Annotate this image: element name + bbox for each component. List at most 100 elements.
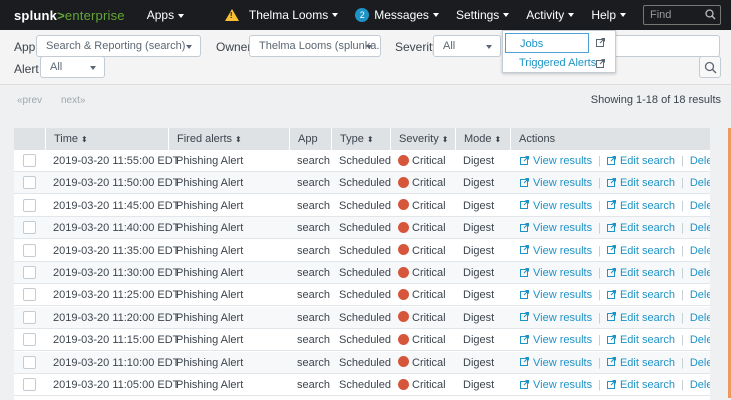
row-checkbox[interactable]: [23, 288, 36, 302]
action-separator: |: [598, 267, 601, 279]
owner-filter-select[interactable]: Thelma Looms (splunka...: [249, 35, 381, 57]
cell-fired-alert: Phishing Alert: [176, 244, 244, 257]
delete-link[interactable]: Delete: [690, 155, 710, 167]
row-checkbox[interactable]: [23, 333, 36, 347]
prev-page-link[interactable]: «prev: [17, 95, 42, 106]
edit-search-link[interactable]: Edit search: [606, 200, 675, 212]
find-input[interactable]: Find: [643, 5, 721, 25]
menu-item-jobs[interactable]: Jobs: [505, 33, 589, 53]
external-link-icon: [520, 312, 529, 322]
cell-time: 2019-03-20 11:10:00 EDT: [53, 356, 180, 369]
delete-link[interactable]: Delete: [690, 245, 710, 257]
splunk-logo[interactable]: splunk>enterprise: [14, 8, 125, 23]
action-separator: |: [681, 155, 684, 167]
edit-search-link[interactable]: Edit search: [606, 155, 675, 167]
column-header-time[interactable]: Time ⬍: [45, 128, 159, 150]
edit-search-link[interactable]: Edit search: [606, 379, 675, 391]
view-results-link[interactable]: View results: [520, 379, 592, 391]
row-checkbox[interactable]: [23, 266, 36, 279]
triggered-alerts-table: Time ⬍ Fired alerts ⬍ App Type ⬍ Severity ⬍ …: [14, 128, 710, 400]
messages-menu[interactable]: 2 Messages: [355, 8, 439, 22]
apps-menu[interactable]: Apps: [146, 8, 185, 22]
user-menu[interactable]: ! Thelma Looms: [224, 8, 339, 22]
settings-menu[interactable]: Settings: [456, 8, 510, 22]
view-results-link[interactable]: View results: [520, 245, 592, 257]
column-header-app: App: [289, 128, 333, 150]
cell-type: Scheduled: [339, 244, 391, 257]
external-link-icon: [520, 245, 529, 255]
delete-link[interactable]: Delete: [690, 200, 710, 212]
delete-link[interactable]: Delete: [690, 334, 710, 346]
filter-text-input[interactable]: [612, 35, 720, 57]
activity-dropdown: Jobs Triggered Alerts: [502, 30, 616, 73]
view-results-link[interactable]: View results: [520, 155, 592, 167]
cell-type: Scheduled: [339, 379, 391, 391]
critical-severity-icon: [398, 266, 409, 278]
row-checkbox[interactable]: [23, 198, 36, 212]
external-link-icon: [606, 357, 616, 367]
messages-label: Messages: [374, 8, 429, 22]
alert-filter-select[interactable]: All: [40, 56, 105, 78]
cell-mode: Digest: [463, 177, 495, 190]
row-checkbox[interactable]: [23, 355, 36, 369]
next-page-link[interactable]: next»: [61, 95, 85, 106]
column-header-type[interactable]: Type ⬍: [331, 128, 392, 150]
view-results-link[interactable]: View results: [520, 312, 592, 324]
delete-link[interactable]: Delete: [690, 177, 710, 189]
edit-search-link[interactable]: Edit search: [606, 177, 675, 189]
edit-search-link[interactable]: Edit search: [606, 245, 675, 257]
view-results-link[interactable]: View results: [520, 177, 592, 189]
cell-mode: Digest: [463, 222, 495, 235]
cell-severity: Critical: [398, 195, 446, 217]
activity-menu[interactable]: Activity: [526, 8, 575, 22]
delete-link[interactable]: Delete: [690, 267, 710, 279]
edit-search-link[interactable]: Edit search: [606, 289, 675, 301]
help-menu[interactable]: Help: [591, 8, 626, 22]
delete-link[interactable]: Delete: [690, 379, 710, 391]
search-button[interactable]: [699, 56, 721, 78]
row-checkbox[interactable]: [23, 154, 36, 167]
severity-filter-select[interactable]: All: [433, 35, 501, 57]
view-results-link[interactable]: View results: [520, 289, 592, 301]
edit-search-link[interactable]: Edit search: [606, 222, 675, 234]
search-icon: [705, 9, 716, 20]
cell-severity: Critical: [398, 240, 446, 262]
row-checkbox[interactable]: [23, 221, 36, 235]
external-link-icon: [606, 289, 616, 299]
edit-search-link[interactable]: Edit search: [606, 267, 675, 279]
severity-text: Critical: [412, 244, 446, 257]
row-checkbox[interactable]: [23, 378, 36, 391]
delete-link[interactable]: Delete: [690, 357, 710, 369]
external-link-icon: [606, 245, 616, 255]
delete-link[interactable]: Delete: [690, 289, 710, 301]
edit-search-link[interactable]: Edit search: [606, 357, 675, 369]
row-checkbox[interactable]: [23, 176, 36, 190]
messages-count-badge: 2: [355, 8, 370, 22]
delete-link[interactable]: Delete: [690, 312, 710, 324]
edit-search-link[interactable]: Edit search: [606, 334, 675, 346]
cell-actions: View results | Edit search | Delete: [520, 284, 710, 306]
cell-type: Scheduled: [339, 177, 391, 190]
severity-text: Critical: [412, 379, 446, 391]
cell-time: 2019-03-20 11:35:00 EDT: [53, 244, 180, 257]
edit-search-link[interactable]: Edit search: [606, 312, 675, 324]
view-results-link[interactable]: View results: [520, 267, 592, 279]
cell-app: search: [297, 334, 331, 347]
apps-label: Apps: [146, 8, 175, 22]
view-results-link[interactable]: View results: [520, 200, 592, 212]
view-results-link[interactable]: View results: [520, 334, 592, 346]
row-checkbox[interactable]: [23, 243, 36, 257]
view-results-link[interactable]: View results: [520, 222, 592, 234]
column-header-fired-alerts[interactable]: Fired alerts ⬍: [168, 128, 290, 150]
column-header-mode[interactable]: Mode ⬍: [455, 128, 511, 150]
cell-actions: View results | Edit search | Delete: [520, 374, 710, 396]
column-header-severity[interactable]: Severity ⬍: [390, 128, 456, 150]
top-nav: splunk>enterprise Apps ! Thelma Looms 2 …: [0, 0, 731, 30]
critical-severity-icon: [398, 176, 409, 188]
row-checkbox[interactable]: [23, 310, 36, 324]
chevron-down-icon: [503, 13, 510, 17]
external-link-icon: [520, 289, 529, 299]
view-results-link[interactable]: View results: [520, 357, 592, 369]
delete-link[interactable]: Delete: [690, 222, 710, 234]
app-filter-select[interactable]: Search & Reporting (search): [36, 35, 201, 57]
